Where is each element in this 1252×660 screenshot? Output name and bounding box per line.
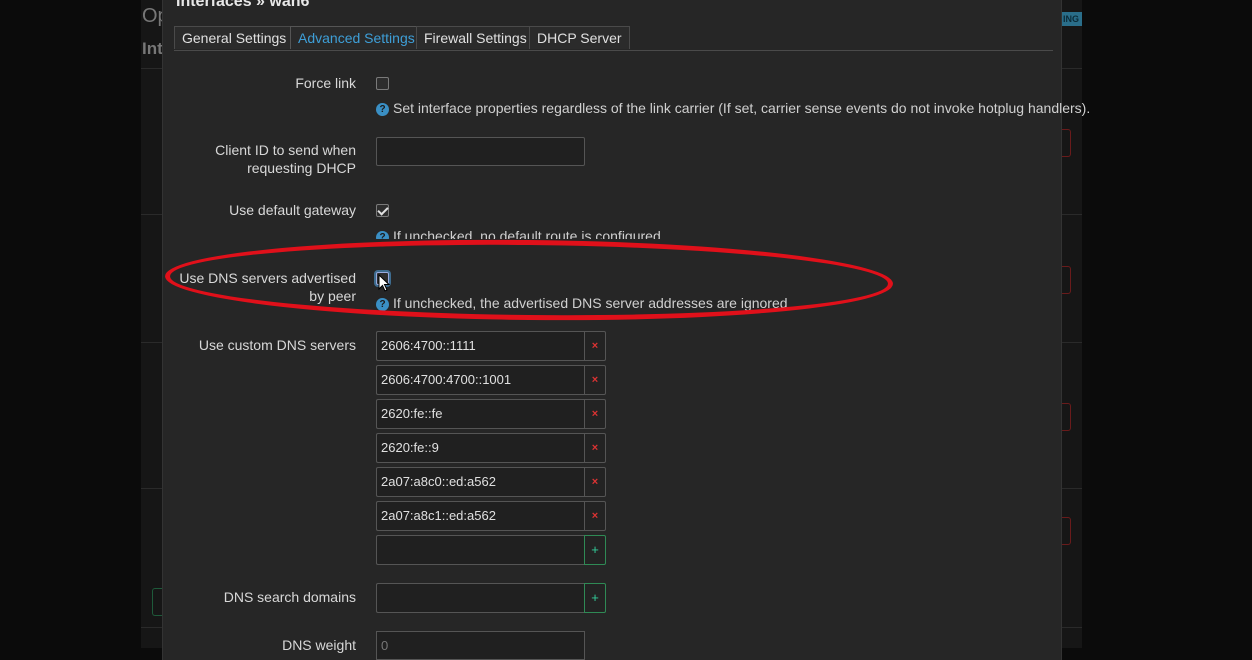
remove-dns-button[interactable]: × xyxy=(584,467,606,497)
help-icon: ? xyxy=(376,103,389,116)
client-id-label-line1: Client ID to send when xyxy=(215,142,356,158)
remove-dns-button[interactable]: × xyxy=(584,501,606,531)
client-id-label-line2: requesting DHCP xyxy=(247,160,356,176)
dns-server-input[interactable]: 2606:4700:4700::1001 xyxy=(376,365,585,395)
dns-search-input[interactable] xyxy=(376,583,585,613)
interface-settings-dialog xyxy=(162,0,1062,660)
dns-server-input[interactable]: 2a07:a8c1::ed:a562 xyxy=(376,501,585,531)
dns-server-row: 2620:fe::9 × xyxy=(376,433,606,463)
force-link-help: ? Set interface properties regardless of … xyxy=(376,100,1090,116)
default-gateway-checkbox[interactable] xyxy=(376,204,389,217)
background-delete-button xyxy=(1062,266,1071,294)
add-search-domain-button[interactable]: + xyxy=(584,583,606,613)
default-gateway-help-text: If unchecked, no default route is config… xyxy=(393,228,661,239)
remove-dns-button[interactable]: × xyxy=(584,399,606,429)
custom-dns-label: Use custom DNS servers xyxy=(198,337,356,353)
mouse-cursor-icon xyxy=(378,274,390,292)
force-link-label: Force link xyxy=(295,75,356,91)
dns-server-input[interactable]: 2a07:a8c0::ed:a562 xyxy=(376,467,585,497)
tab-general-settings[interactable]: General Settings xyxy=(174,26,295,49)
dns-weight-label: DNS weight xyxy=(282,637,356,653)
dns-server-row: 2606:4700::1111 × xyxy=(376,331,606,361)
dns-server-input[interactable]: 2620:fe::9 xyxy=(376,433,585,463)
remove-dns-button[interactable]: × xyxy=(584,433,606,463)
background-status-badge: ING xyxy=(1060,12,1082,26)
dns-search-row: + xyxy=(376,583,606,613)
dns-server-row: 2606:4700:4700::1001 × xyxy=(376,365,606,395)
dns-server-row: 2a07:a8c1::ed:a562 × xyxy=(376,501,606,531)
remove-dns-button[interactable]: × xyxy=(584,365,606,395)
client-id-label: Client ID to send when requesting DHCP xyxy=(215,141,356,177)
tab-advanced-settings[interactable]: Advanced Settings xyxy=(290,26,423,49)
background-delete-button xyxy=(1062,403,1071,431)
background-delete-button xyxy=(1062,129,1071,157)
background-section-title: Int xyxy=(142,39,163,58)
dns-server-new-row: + xyxy=(376,535,606,565)
force-link-help-text: Set interface properties regardless of t… xyxy=(393,100,1091,116)
dns-server-input[interactable]: 2606:4700::1111 xyxy=(376,331,585,361)
tab-divider xyxy=(174,50,1053,51)
add-dns-button[interactable]: + xyxy=(584,535,606,565)
background-delete-button xyxy=(1062,517,1071,545)
remove-dns-button[interactable]: × xyxy=(584,331,606,361)
tab-dhcp-server[interactable]: DHCP Server xyxy=(529,26,630,49)
default-gateway-label: Use default gateway xyxy=(229,202,356,218)
help-icon: ? xyxy=(376,231,389,239)
dns-server-row: 2620:fe::fe × xyxy=(376,399,606,429)
dns-search-label: DNS search domains xyxy=(223,589,356,605)
tab-firewall-settings[interactable]: Firewall Settings xyxy=(416,26,535,49)
client-id-input[interactable] xyxy=(376,137,585,166)
dns-weight-input[interactable]: 0 xyxy=(376,631,585,660)
force-link-checkbox[interactable] xyxy=(376,77,389,90)
dialog-title: Interfaces » wan6 xyxy=(176,0,310,10)
default-gateway-help: ? If unchecked, no default route is confi… xyxy=(376,228,661,239)
new-dns-server-input[interactable] xyxy=(376,535,585,565)
dns-server-input[interactable]: 2620:fe::fe xyxy=(376,399,585,429)
dns-server-row: 2a07:a8c0::ed:a562 × xyxy=(376,467,606,497)
